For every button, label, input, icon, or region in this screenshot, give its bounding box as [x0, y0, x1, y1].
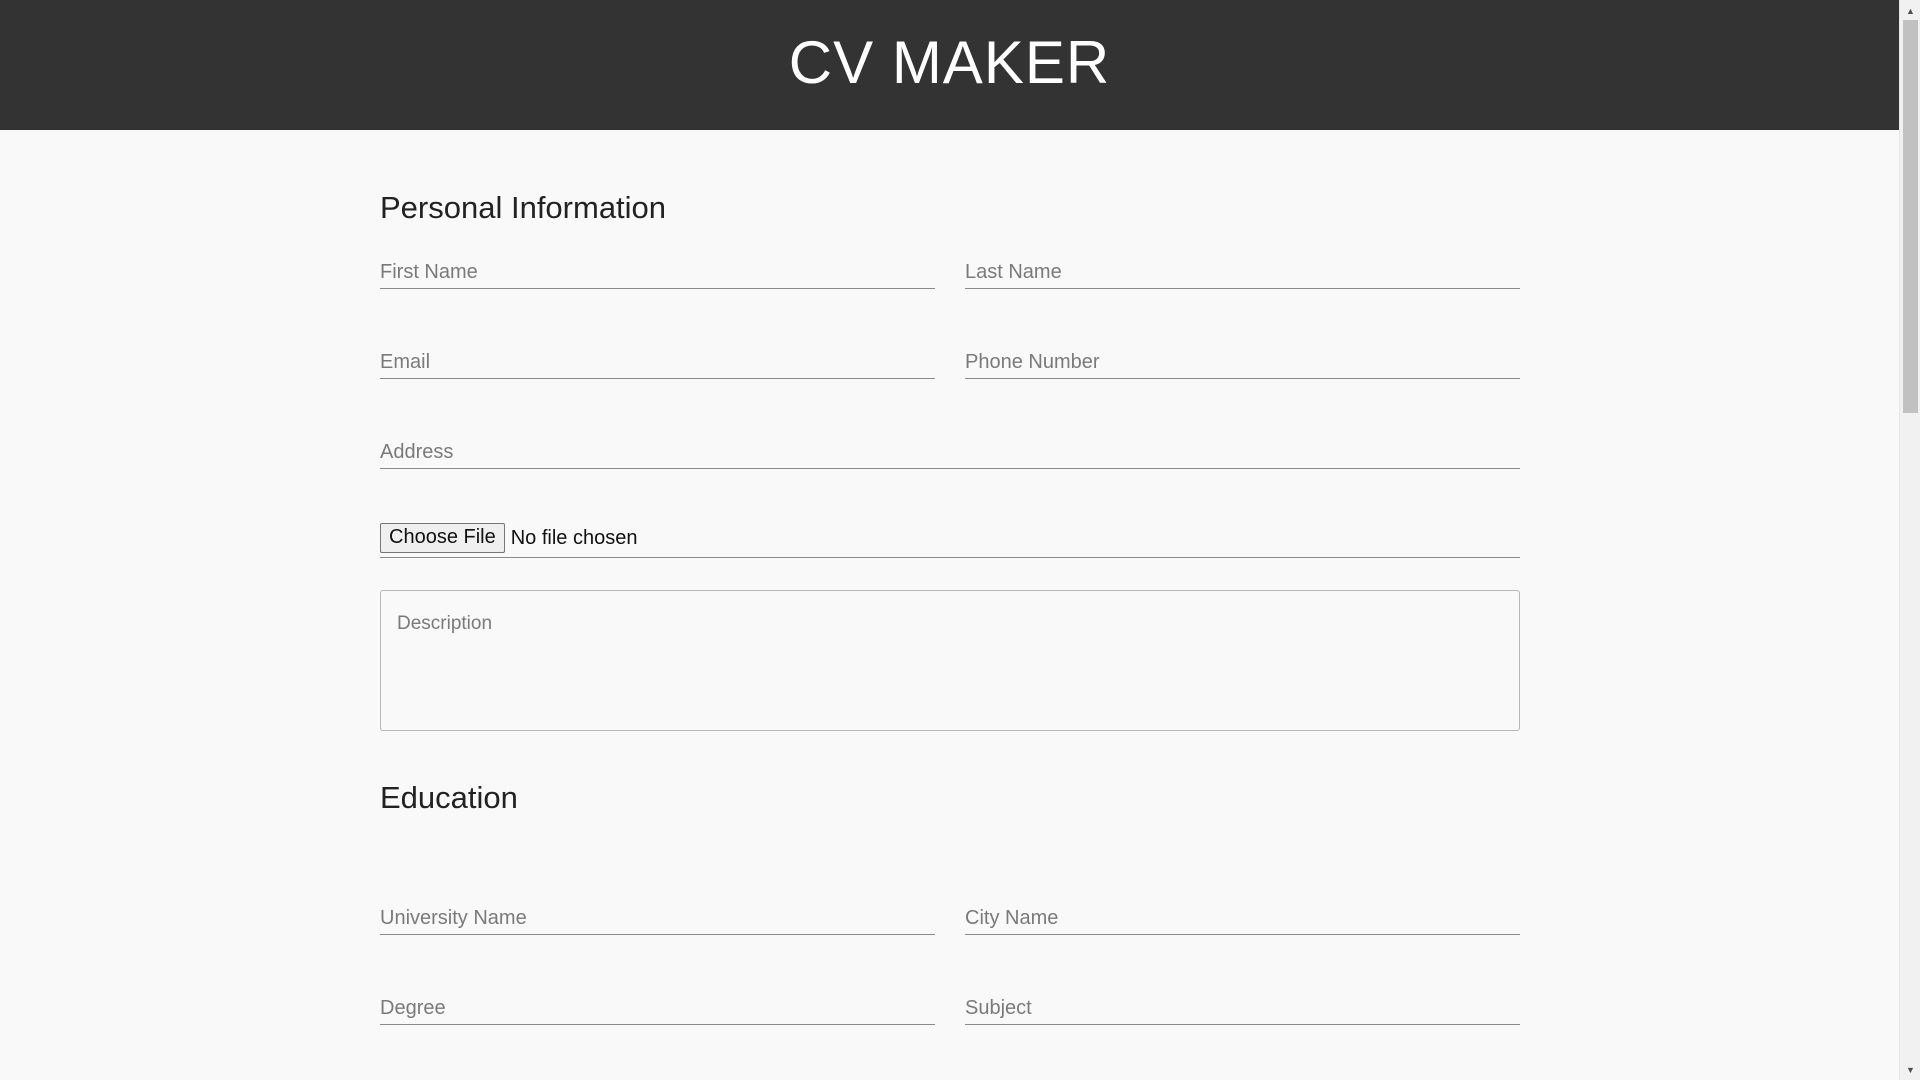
vertical-scrollbar[interactable]: ▲ ▼: [1899, 0, 1920, 1080]
personal-info-heading: Personal Information: [380, 190, 667, 225]
scroll-down-arrow-icon[interactable]: ▼: [1900, 1061, 1920, 1078]
description-box: [380, 590, 1520, 731]
app-title: CV MAKER: [788, 28, 1111, 96]
email-field: [380, 343, 935, 379]
scroll-up-arrow-icon[interactable]: ▲: [1900, 2, 1920, 19]
file-status-text: No file chosen: [510, 527, 638, 549]
address-input[interactable]: [380, 433, 1520, 468]
subject-input[interactable]: [965, 989, 1520, 1024]
city-name-input[interactable]: [965, 899, 1520, 934]
university-field: [380, 899, 935, 935]
degree-input[interactable]: [380, 989, 935, 1024]
address-field: [380, 433, 1520, 469]
university-name-input[interactable]: [380, 899, 935, 934]
description-textarea[interactable]: [381, 591, 1519, 730]
photo-file-field: Choose File No file chosen: [380, 520, 1520, 558]
first-name-field: [380, 253, 935, 289]
degree-field: [380, 989, 935, 1025]
page-header: CV MAKER: [0, 0, 1899, 130]
city-field: [965, 899, 1520, 935]
last-name-field: [965, 253, 1520, 289]
scrollbar-thumb[interactable]: [1903, 20, 1918, 413]
choose-file-button[interactable]: Choose File: [380, 522, 505, 553]
education-heading: Education: [380, 780, 518, 815]
first-name-input[interactable]: [380, 253, 935, 288]
last-name-input[interactable]: [965, 253, 1520, 288]
email-input[interactable]: [380, 343, 935, 378]
phone-number-input[interactable]: [965, 343, 1520, 378]
phone-field: [965, 343, 1520, 379]
subject-field: [965, 989, 1520, 1025]
